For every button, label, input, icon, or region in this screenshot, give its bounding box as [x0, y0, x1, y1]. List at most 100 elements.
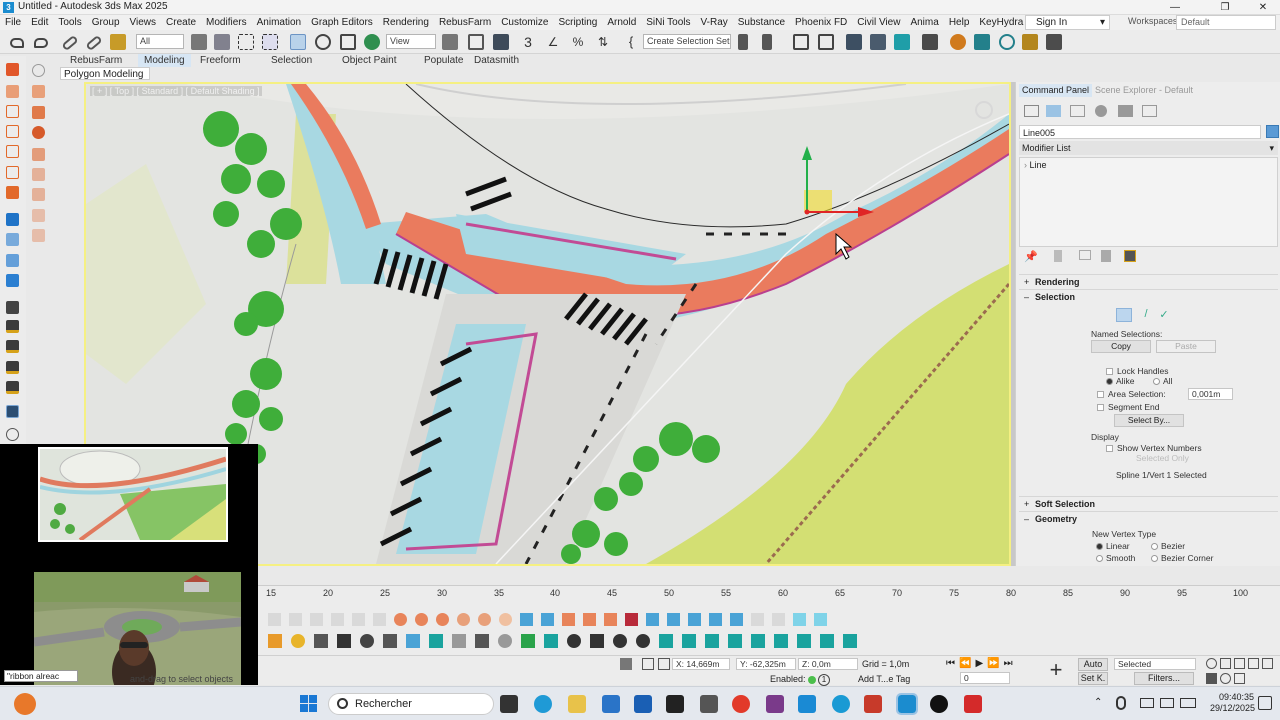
tool-icon[interactable] [478, 613, 491, 626]
ribbon-tab-modeling[interactable]: Modeling [138, 54, 191, 67]
current-frame-field[interactable]: 0 [960, 672, 1010, 684]
tool-icon[interactable] [6, 166, 19, 179]
3dsmax-taskbar-icon[interactable] [896, 693, 918, 715]
tool-icon[interactable] [688, 613, 701, 626]
tool-icon[interactable] [383, 634, 397, 648]
fp-icon[interactable] [6, 63, 19, 76]
auto-key-button[interactable]: Auto [1078, 658, 1108, 671]
menu-item-rendering[interactable]: Rendering [378, 15, 434, 30]
tool-icon[interactable] [32, 85, 45, 98]
named-selection-sets-dropdown[interactable]: Create Selection Set [643, 34, 731, 49]
snaps-toggle-icon[interactable]: 3 [520, 34, 536, 50]
selection-lock-icon[interactable] [620, 658, 632, 670]
select-by-button[interactable]: Select By... [1114, 414, 1184, 427]
store-icon[interactable] [602, 695, 620, 713]
mirror-icon[interactable] [738, 34, 748, 50]
tool-icon[interactable] [6, 125, 19, 138]
select-and-scale-icon[interactable] [340, 34, 356, 50]
modify-tab-icon[interactable] [1046, 105, 1061, 117]
angle-snap-icon[interactable]: ∠ [545, 34, 561, 50]
menu-item-keyhydra[interactable]: KeyHydra [974, 15, 1028, 30]
layer-explorer-icon[interactable] [818, 34, 834, 50]
ribbon-tab-datasmith[interactable]: Datasmith [474, 54, 519, 67]
schematic-view-icon[interactable] [894, 34, 910, 50]
profile-avatar[interactable] [14, 693, 36, 715]
tool-icon[interactable] [268, 613, 281, 626]
tool-icon[interactable] [730, 613, 743, 626]
edge-icon[interactable] [534, 695, 552, 713]
tool-icon[interactable] [32, 148, 45, 161]
menu-item-rebusfarm[interactable]: RebusFarm [434, 15, 496, 30]
tool-icon[interactable] [32, 209, 45, 222]
polygon-modeling-label[interactable]: Polygon Modeling [61, 69, 144, 80]
ribbon-tab-freeform[interactable]: Freeform [200, 54, 241, 67]
render-setup-icon[interactable] [950, 34, 966, 50]
tool-icon[interactable] [520, 613, 533, 626]
maxscript-listener[interactable]: "ribbon alreac [4, 670, 78, 682]
bezier-radio[interactable]: Bezier [1151, 541, 1185, 551]
show-end-result-icon[interactable] [1054, 250, 1062, 262]
zoom-icon[interactable] [1206, 658, 1217, 669]
menu-item-phoenix-fd[interactable]: Phoenix FD [790, 15, 852, 30]
tool-icon[interactable] [667, 613, 680, 626]
key-filters-button[interactable]: Filters... [1134, 672, 1194, 685]
tool-icon[interactable] [429, 634, 443, 648]
adaptive-degradation-icon[interactable]: 1 [818, 674, 830, 686]
tool-icon[interactable] [793, 613, 806, 626]
percent-snap-icon[interactable]: % [570, 34, 586, 50]
battery-icon[interactable] [1180, 698, 1196, 708]
tool-icon[interactable] [475, 634, 489, 648]
menu-item-v-ray[interactable]: V-Ray [696, 15, 733, 30]
chrome-icon[interactable] [732, 695, 750, 713]
tool-icon[interactable] [498, 634, 512, 648]
tool-icon[interactable] [32, 106, 45, 119]
tool-icon[interactable] [452, 634, 466, 648]
menu-item-group[interactable]: Group [87, 15, 125, 30]
add-time-tag[interactable]: Add T...e Tag [858, 674, 910, 684]
app-icon[interactable] [930, 695, 948, 713]
stack-item-line[interactable]: › Line [1020, 158, 1277, 172]
minimize-button[interactable]: — [1160, 0, 1190, 15]
tab-scene-explorer[interactable]: Scene Explorer - Default [1092, 84, 1196, 97]
copy-button[interactable]: Copy [1091, 340, 1151, 353]
tab-command-panel[interactable]: Command Panel [1019, 84, 1093, 97]
set-key-button[interactable]: Set K. [1078, 672, 1108, 685]
tool-icon[interactable] [814, 613, 827, 626]
edit-named-selection-icon[interactable]: { [623, 34, 639, 50]
search-icon[interactable] [32, 64, 45, 77]
microphone-icon[interactable] [1116, 696, 1126, 710]
menu-item-arnold[interactable]: Arnold [602, 15, 641, 30]
tool-icon[interactable] [820, 634, 834, 648]
tool-icon[interactable] [6, 85, 19, 98]
paste-button[interactable]: Paste [1156, 340, 1216, 353]
hierarchy-tab-icon[interactable] [1070, 105, 1085, 117]
object-name-field[interactable]: Line005 [1019, 125, 1261, 139]
menu-item-civil-view[interactable]: Civil View [852, 15, 905, 30]
layer-icon[interactable] [6, 361, 19, 374]
configure-modifier-sets-icon[interactable] [1124, 250, 1136, 262]
app-icon[interactable] [666, 695, 684, 713]
tool-icon[interactable] [705, 634, 719, 648]
render-in-cloud-icon[interactable] [1022, 34, 1038, 50]
a360-icon[interactable] [1046, 34, 1062, 50]
tool-icon[interactable] [682, 634, 696, 648]
app-icon[interactable] [864, 695, 882, 713]
notifications-icon[interactable] [1258, 696, 1272, 710]
absolute-mode-icon[interactable] [658, 658, 670, 670]
field-of-view-icon[interactable] [1262, 658, 1273, 669]
select-and-move-icon[interactable] [290, 34, 306, 50]
next-frame-icon[interactable]: ⏩ [987, 658, 999, 670]
tool-icon[interactable] [709, 613, 722, 626]
section-selection[interactable]: – Selection [1019, 289, 1278, 304]
task-view-icon[interactable] [500, 695, 518, 713]
tool-icon[interactable] [373, 613, 386, 626]
material-editor-icon[interactable] [922, 34, 938, 50]
tool-icon[interactable] [6, 301, 19, 314]
zoom-all-icon[interactable] [1220, 658, 1231, 669]
menu-item-file[interactable]: File [0, 15, 26, 30]
selected-only-checkbox[interactable]: Selected Only [1136, 453, 1189, 463]
place-icon[interactable] [364, 34, 380, 50]
remove-modifier-icon[interactable] [1101, 250, 1111, 262]
menu-item-views[interactable]: Views [125, 15, 162, 30]
tool-icon[interactable] [457, 613, 470, 626]
